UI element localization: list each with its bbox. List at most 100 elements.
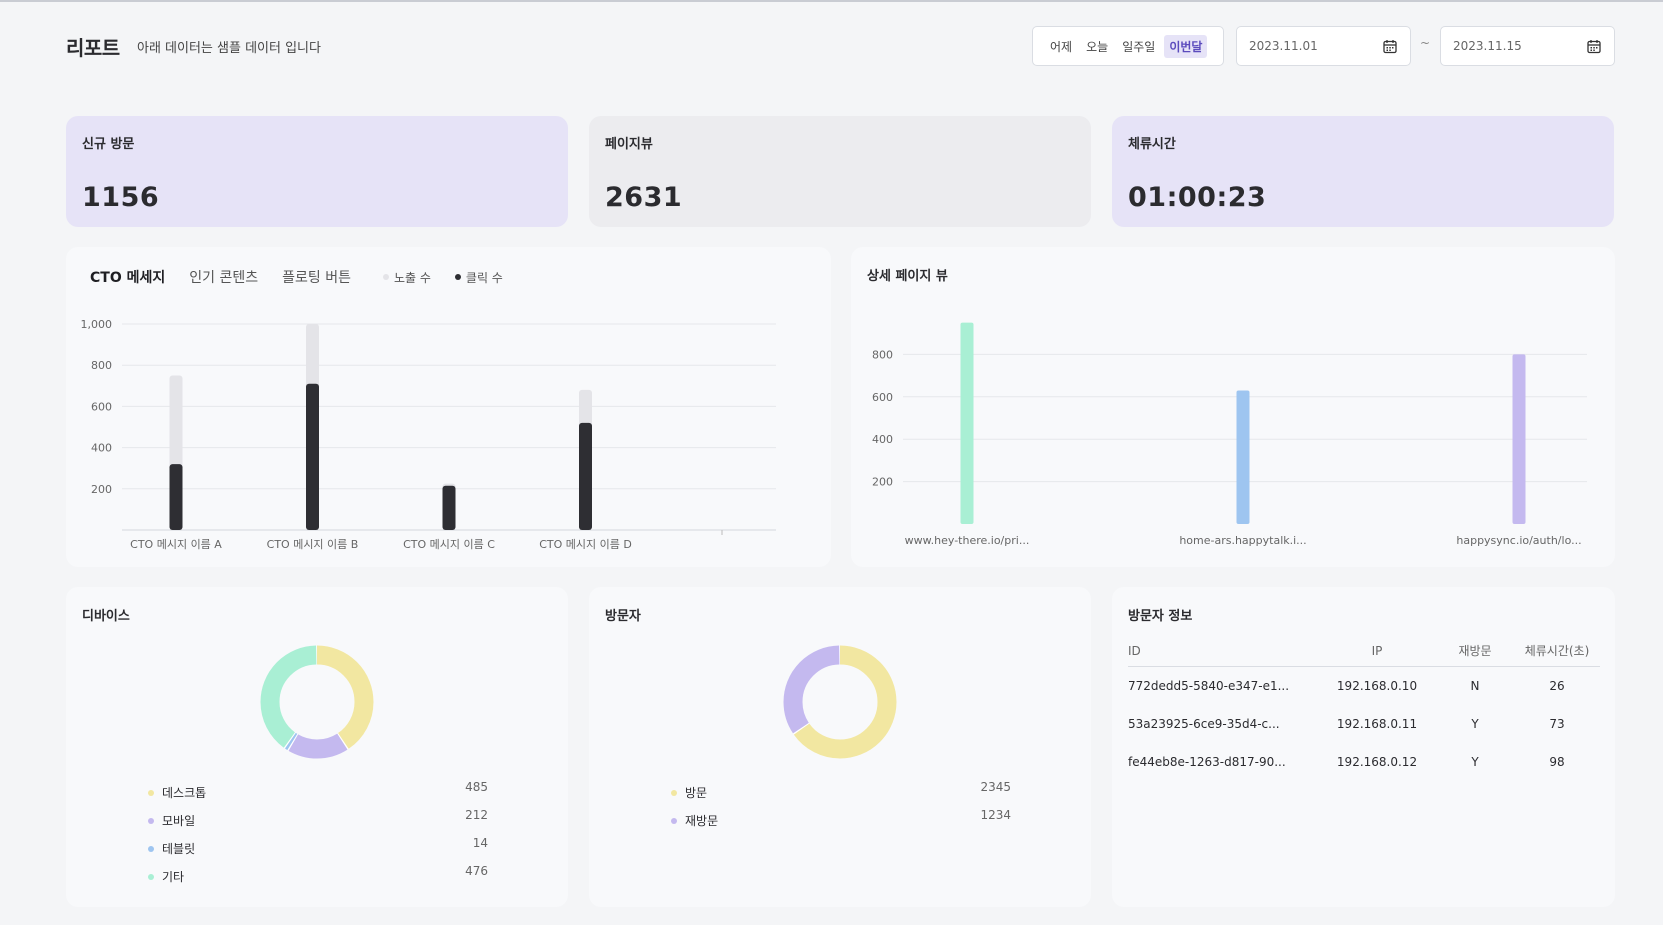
- top-border: [0, 0, 1663, 2]
- page-title: 리포트: [66, 36, 120, 60]
- cell-revisit: N: [1470, 679, 1480, 693]
- date-separator: ~: [1420, 36, 1431, 50]
- page-subtitle: 아래 데이터는 샘플 데이터 입니다: [137, 41, 321, 56]
- panel-title: 방문자: [605, 609, 641, 624]
- legend-value: 2345: [980, 780, 1011, 794]
- calendar-icon[interactable]: [1587, 39, 1601, 54]
- bar-clicks: [579, 422, 592, 530]
- legend-value: 1234: [980, 808, 1011, 822]
- cell-dwell: 26: [1549, 679, 1565, 693]
- legend-value: 14: [472, 836, 488, 850]
- range-tab-today[interactable]: 오늘: [1081, 35, 1113, 58]
- legend-item-tablet: 테블릿: [148, 840, 195, 857]
- y-tick-label: 600: [91, 400, 112, 413]
- stat-label: 신규 방문: [82, 137, 135, 152]
- x-tick-label: CTO 메시지 이름 A: [130, 538, 222, 551]
- stat-value: 2631: [605, 182, 683, 213]
- range-tab-yesterday[interactable]: 어제: [1045, 35, 1077, 58]
- device-donut-chart: [260, 645, 374, 759]
- table-row[interactable]: 772dedd5-5840-e347-e1... 192.168.0.10 N …: [1128, 667, 1600, 705]
- column-header-id[interactable]: ID: [1128, 644, 1318, 658]
- legend-dot: [148, 789, 154, 796]
- cell-revisit: Y: [1471, 717, 1479, 731]
- y-tick-label: 400: [91, 442, 112, 455]
- legend-item-revisit: 재방문: [671, 812, 718, 829]
- end-date-field[interactable]: [1440, 26, 1615, 66]
- column-header-dwell[interactable]: 체류시간(초): [1514, 642, 1600, 659]
- start-date-input[interactable]: [1249, 39, 1369, 53]
- y-tick-label: 400: [872, 433, 893, 446]
- legend-label: 모바일: [162, 814, 196, 828]
- x-tick-label: CTO 메시지 이름 D: [539, 538, 632, 551]
- range-tab-this-month[interactable]: 이번달: [1164, 34, 1208, 58]
- legend-label: 테블릿: [162, 842, 196, 856]
- y-tick-label: 1,000: [81, 318, 113, 331]
- calendar-icon[interactable]: [1383, 39, 1397, 54]
- y-tick-label: 200: [91, 483, 112, 496]
- column-header-revisit[interactable]: 재방문: [1436, 642, 1514, 659]
- legend-item-desktop: 데스크톱: [148, 784, 206, 801]
- bar-clicks: [306, 383, 319, 530]
- legend-label: 재방문: [685, 814, 719, 828]
- cto-bar-chart: 200 400 600 800 1,000 CTO 메시지 이름 A CTO 메시지 이름 …: [81, 318, 776, 551]
- stat-card-pageviews: 페이지뷰 2631: [589, 116, 1091, 227]
- bar-clicks: [169, 464, 183, 530]
- legend-dot: [148, 845, 154, 852]
- y-tick-label: 800: [91, 359, 112, 372]
- stat-value: 1156: [82, 182, 160, 213]
- column-header-ip[interactable]: IP: [1318, 644, 1436, 658]
- bar-page-views: [1512, 354, 1526, 524]
- x-tick-label: CTO 메시지 이름 B: [267, 538, 359, 551]
- y-tick-label: 600: [872, 391, 893, 404]
- cell-ip: 192.168.0.10: [1336, 679, 1418, 693]
- detail-bar-chart: 200 400 600 800 www.hey-there.io/pri... home-…: [872, 322, 1587, 547]
- cell-id: 772dedd5-5840-e347-e1...: [1128, 679, 1290, 693]
- cell-id: fe44eb8e-1263-d817-90...: [1128, 755, 1286, 769]
- y-tick-label: 800: [872, 348, 893, 361]
- legend-item-visit: 방문: [671, 784, 707, 801]
- legend-dot: [148, 873, 154, 880]
- legend-dot: [671, 789, 677, 796]
- cto-chart-panel: CTO 메세지 인기 콘텐츠 플로팅 버튼 노출 수 클릭 수 200 400 60…: [66, 247, 831, 567]
- cell-dwell: 98: [1549, 755, 1565, 769]
- device-panel: 디바이스 데스크톱 485 모바일 212 테블릿 14 기타 476: [66, 587, 568, 907]
- bar-page-views: [1236, 390, 1250, 524]
- stat-card-dwell-time: 체류시간 01:00:23: [1112, 116, 1614, 227]
- cell-dwell: 73: [1549, 717, 1565, 731]
- detail-pageview-panel: 상세 페이지 뷰 200 400 600 800 www.hey-there.io/pr…: [851, 247, 1615, 567]
- cell-ip: 192.168.0.12: [1336, 755, 1418, 769]
- legend-value: 212: [465, 808, 488, 822]
- x-tick-label: home-ars.happytalk.i...: [1179, 534, 1306, 547]
- bar-clicks: [442, 485, 456, 530]
- table-row[interactable]: 53a23925-6ce9-35d4-c... 192.168.0.11 Y 7…: [1128, 705, 1600, 743]
- cell-id: 53a23925-6ce9-35d4-c...: [1128, 717, 1280, 731]
- range-tab-week[interactable]: 일주일: [1117, 35, 1160, 58]
- legend-item-mobile: 모바일: [148, 812, 195, 829]
- legend-dot: [671, 817, 677, 824]
- cell-ip: 192.168.0.11: [1336, 717, 1418, 731]
- panel-title: 방문자 정보: [1128, 609, 1193, 624]
- legend-label: 데스크톱: [162, 786, 207, 800]
- table-header: ID IP 재방문 체류시간(초): [1128, 635, 1600, 667]
- legend-value: 485: [465, 780, 488, 794]
- x-tick-label: CTO 메시지 이름 C: [403, 538, 495, 551]
- stat-label: 페이지뷰: [605, 137, 653, 152]
- legend-label: 방문: [685, 786, 708, 800]
- end-date-input[interactable]: [1453, 39, 1573, 53]
- visitor-donut-chart: [783, 645, 897, 759]
- legend-item-other: 기타: [148, 868, 184, 885]
- visitor-panel: 방문자 방문 2345 재방문 1234: [589, 587, 1091, 907]
- stat-label: 체류시간: [1128, 137, 1176, 152]
- stat-value: 01:00:23: [1128, 182, 1267, 213]
- visitor-info-panel: 방문자 정보 ID IP 재방문 체류시간(초) 772dedd5-5840-e…: [1112, 587, 1615, 907]
- start-date-field[interactable]: [1236, 26, 1411, 66]
- bar-page-views: [960, 322, 974, 524]
- visitor-table: ID IP 재방문 체류시간(초) 772dedd5-5840-e347-e1.…: [1128, 635, 1600, 781]
- legend-label: 기타: [162, 870, 185, 884]
- cell-revisit: Y: [1471, 755, 1479, 769]
- x-tick-label: www.hey-there.io/pri...: [905, 534, 1030, 547]
- legend-dot: [148, 817, 154, 824]
- date-range-tabs: 어제 오늘 일주일 이번달: [1032, 26, 1224, 66]
- table-row[interactable]: fe44eb8e-1263-d817-90... 192.168.0.12 Y …: [1128, 743, 1600, 781]
- stat-card-new-visits: 신규 방문 1156: [66, 116, 568, 227]
